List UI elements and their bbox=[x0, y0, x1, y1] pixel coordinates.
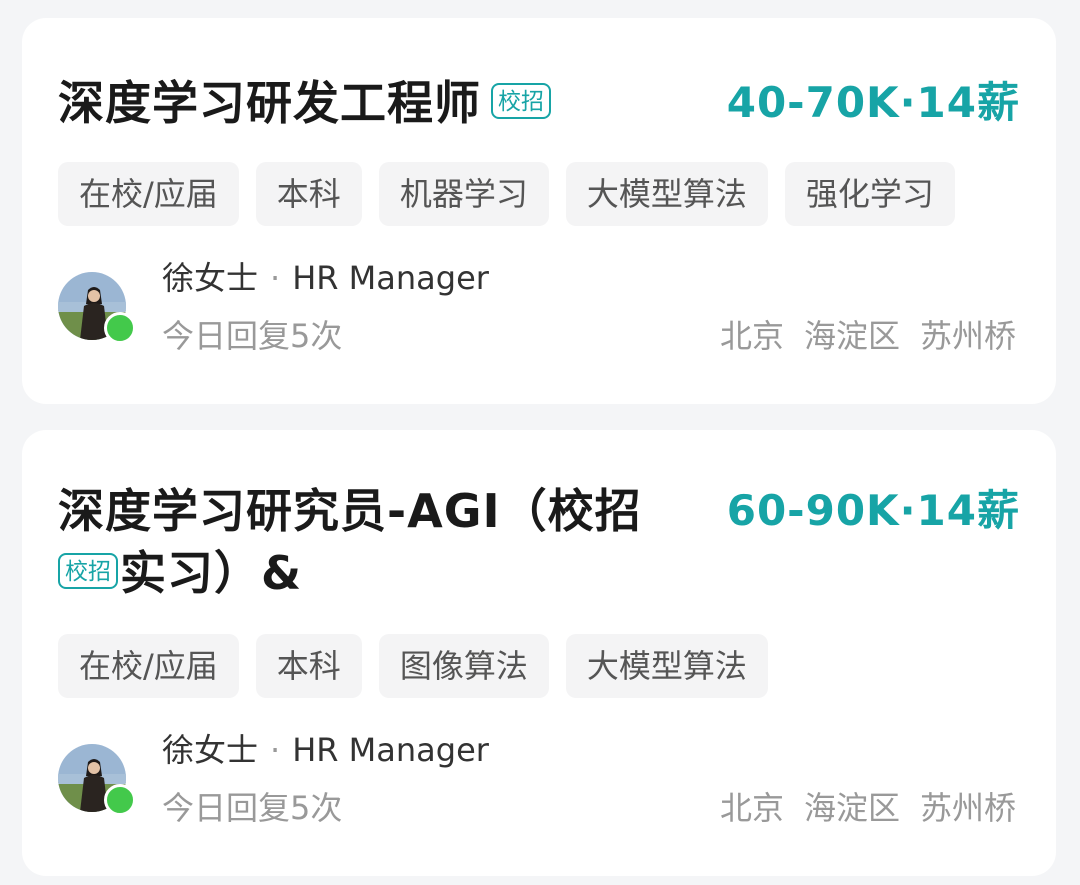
job-tag: 本科 bbox=[255, 634, 362, 698]
job-tag: 在校/应届 bbox=[58, 162, 239, 226]
job-location: 北京 海淀区 苏州桥 bbox=[720, 788, 1016, 828]
job-salary: 40-70K·14薪 bbox=[726, 78, 1020, 127]
online-status-dot bbox=[104, 784, 136, 816]
campus-badge: 校招 bbox=[58, 552, 118, 589]
recruiter-reply-count: 今日回复5次 bbox=[162, 317, 343, 355]
recruiter-name-line: 徐女士 · HR Manager bbox=[162, 730, 489, 770]
job-tag: 机器学习 bbox=[378, 162, 549, 226]
job-tag: 强化学习 bbox=[784, 162, 955, 226]
location-area: 苏州桥 bbox=[919, 317, 1016, 355]
job-title: 深度学习研究员-AGI（校招校招 实习）& bbox=[58, 480, 708, 604]
location-area: 苏州桥 bbox=[919, 789, 1016, 827]
recruiter-name-line: 徐女士 · HR Manager bbox=[162, 258, 489, 298]
online-status-dot bbox=[104, 312, 136, 344]
job-tag: 在校/应届 bbox=[58, 634, 239, 698]
job-title-text-line2: 实习）& bbox=[120, 546, 303, 600]
job-header: 深度学习研发工程师 校招 40-70K·14薪 bbox=[58, 72, 1020, 134]
job-title-text: 深度学习研究员-AGI（校招 bbox=[58, 484, 642, 538]
job-tags: 在校/应届 本科 图像算法 大模型算法 bbox=[58, 634, 768, 698]
job-salary: 60-90K·14薪 bbox=[726, 486, 1020, 535]
recruiter-reply-count: 今日回复5次 bbox=[162, 789, 343, 827]
recruiter-name: 徐女士 bbox=[162, 259, 259, 297]
recruiter-role: HR Manager bbox=[292, 259, 489, 297]
job-location: 北京 海淀区 苏州桥 bbox=[720, 316, 1016, 356]
location-city: 北京 bbox=[719, 317, 784, 355]
campus-badge: 校招 bbox=[491, 82, 551, 119]
name-separator: · bbox=[270, 259, 281, 297]
location-city: 北京 bbox=[719, 789, 784, 827]
recruiter-role: HR Manager bbox=[292, 731, 489, 769]
recruiter-row[interactable]: 徐女士 · HR Manager 今日回复5次 北京 海淀区 苏州桥 bbox=[58, 730, 1016, 827]
job-card[interactable]: 深度学习研发工程师 校招 40-70K·14薪 在校/应届 本科 机器学习 大模型… bbox=[22, 18, 1056, 404]
job-card[interactable]: 深度学习研究员-AGI（校招校招 实习）& 60-90K·14薪 在校/应届 本科… bbox=[22, 430, 1056, 876]
location-district: 海淀区 bbox=[803, 789, 900, 827]
job-tag: 大模型算法 bbox=[565, 634, 768, 698]
job-title: 深度学习研发工程师 校招 bbox=[58, 72, 551, 134]
name-separator: · bbox=[270, 731, 281, 769]
job-tags: 在校/应届 本科 机器学习 大模型算法 强化学习 bbox=[58, 162, 955, 226]
recruiter-name: 徐女士 bbox=[162, 731, 259, 769]
job-header: 深度学习研究员-AGI（校招校招 实习）& 60-90K·14薪 bbox=[58, 480, 1020, 604]
recruiter-row[interactable]: 徐女士 · HR Manager 今日回复5次 北京 海淀区 苏州桥 bbox=[58, 258, 1016, 355]
job-tag: 图像算法 bbox=[378, 634, 549, 698]
job-title-text: 深度学习研发工程师 bbox=[58, 76, 481, 130]
job-tag: 本科 bbox=[255, 162, 362, 226]
job-tag: 大模型算法 bbox=[565, 162, 768, 226]
location-district: 海淀区 bbox=[803, 317, 900, 355]
